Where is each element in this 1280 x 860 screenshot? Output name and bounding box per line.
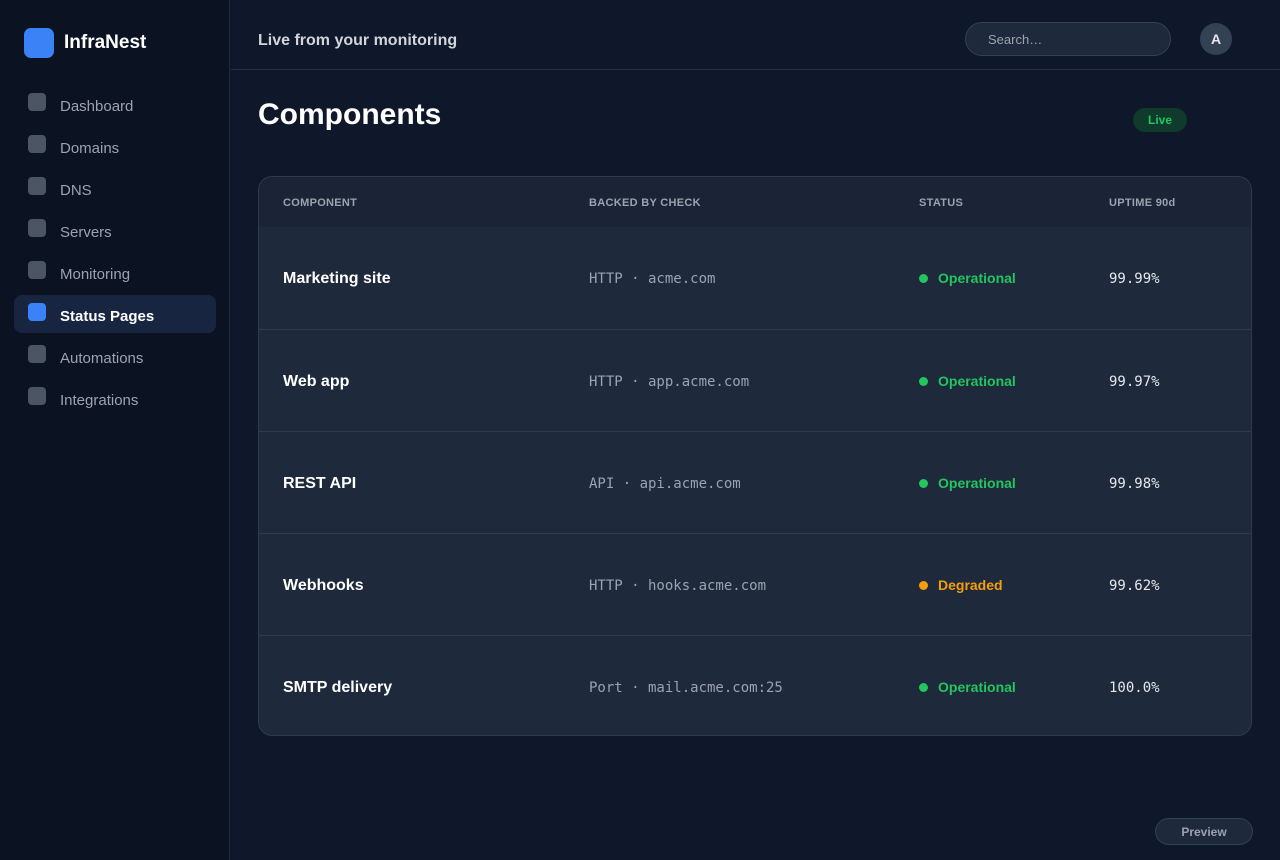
uptime-value: 99.62% [1109,578,1160,594]
monitoring-icon [28,261,46,279]
brand[interactable]: InfraNest [24,28,146,58]
sidebar-item-servers[interactable]: Servers [14,211,216,249]
status-text: Operational [938,475,1016,491]
components-table: COMPONENT BACKED BY CHECK STATUS UPTIME … [258,176,1252,736]
sidebar-item-label: Servers [60,224,112,241]
sidebar-item-label: Status Pages [60,308,155,325]
status-text: Operational [938,373,1016,389]
component-name: Marketing site [283,270,391,287]
sidebar-item-label: DNS [60,182,92,199]
table-row[interactable]: Web app HTTP · app.acme.com Operational 99.… [259,329,1251,431]
page-title: Components [258,98,442,131]
sidebar-item-status-pages[interactable]: Status Pages [14,295,216,333]
table-row[interactable]: Webhooks HTTP · hooks.acme.com Degraded 99.… [259,533,1251,635]
component-name: Web app [283,373,350,390]
app-name: InfraNest [64,32,147,53]
sidebar-nav: Dashboard Domains DNS Servers Monitoring… [14,85,216,421]
check-source: Port · mail.acme.com:25 [589,680,783,696]
status-dot-icon [919,273,928,283]
column-header-check: BACKED BY CHECK [589,197,701,209]
sidebar-item-label: Monitoring [60,266,131,283]
status-badge: Degraded [919,577,1003,593]
column-header-status: STATUS [919,197,964,209]
check-source: HTTP · hooks.acme.com [589,578,767,594]
logo-icon [24,28,54,58]
sidebar-item-automations[interactable]: Automations [14,337,216,375]
topbar: Live from your monitoring A [231,0,1280,70]
status-text: Operational [938,270,1016,286]
component-name: SMTP delivery [283,679,393,696]
check-source: API · api.acme.com [589,476,741,492]
topbar-title: Live from your monitoring [258,32,458,49]
sidebar-item-dashboard[interactable]: Dashboard [14,85,216,123]
sidebar-item-label: Automations [60,350,144,367]
sidebar-item-label: Integrations [60,392,139,409]
avatar[interactable]: A [1200,23,1232,55]
uptime-value: 99.97% [1109,374,1160,390]
column-header-uptime: UPTIME 90d [1109,197,1176,209]
component-name: REST API [283,475,357,492]
check-source: HTTP · acme.com [589,271,716,287]
status-badge: Operational [919,679,1016,695]
status-text: Degraded [938,577,1003,593]
preview-button[interactable]: Preview [1155,818,1253,845]
servers-icon [28,219,46,237]
sidebar-item-label: Dashboard [60,98,134,115]
status-badge: Operational [919,475,1016,491]
sidebar-item-monitoring[interactable]: Monitoring [14,253,216,291]
sidebar-item-label: Domains [60,140,120,157]
sidebar-item-domains[interactable]: Domains [14,127,216,165]
sidebar-item-integrations[interactable]: Integrations [14,379,216,417]
table-header: COMPONENT BACKED BY CHECK STATUS UPTIME … [259,177,1251,227]
table-row[interactable]: Marketing site HTTP · acme.com Operational… [259,227,1251,329]
status-dot-icon [919,682,928,692]
table-row[interactable]: REST API API · api.acme.com Operational 99.… [259,431,1251,533]
live-badge: Live [1133,108,1187,132]
component-name: Webhooks [283,577,364,594]
sidebar: InfraNest Dashboard Domains DNS Servers … [0,0,230,860]
sidebar-item-dns[interactable]: DNS [14,169,216,207]
status-dot-icon [919,478,928,488]
dashboard-icon [28,93,46,111]
table-body: Marketing site HTTP · acme.com Operational… [259,227,1251,735]
search-input[interactable] [965,22,1171,56]
uptime-value: 100.0% [1109,680,1160,696]
column-header-component: COMPONENT [283,197,358,209]
status-pages-icon [28,303,46,321]
dns-icon [28,177,46,195]
status-dot-icon [919,580,928,590]
table-row[interactable]: SMTP delivery Port · mail.acme.com:25 Oper… [259,635,1251,735]
status-dot-icon [919,376,928,386]
domains-icon [28,135,46,153]
integrations-icon [28,387,46,405]
uptime-value: 99.98% [1109,476,1160,492]
status-badge: Operational [919,270,1016,286]
check-source: HTTP · app.acme.com [589,374,750,390]
uptime-value: 99.99% [1109,271,1160,287]
automations-icon [28,345,46,363]
status-badge: Operational [919,373,1016,389]
status-text: Operational [938,679,1016,695]
